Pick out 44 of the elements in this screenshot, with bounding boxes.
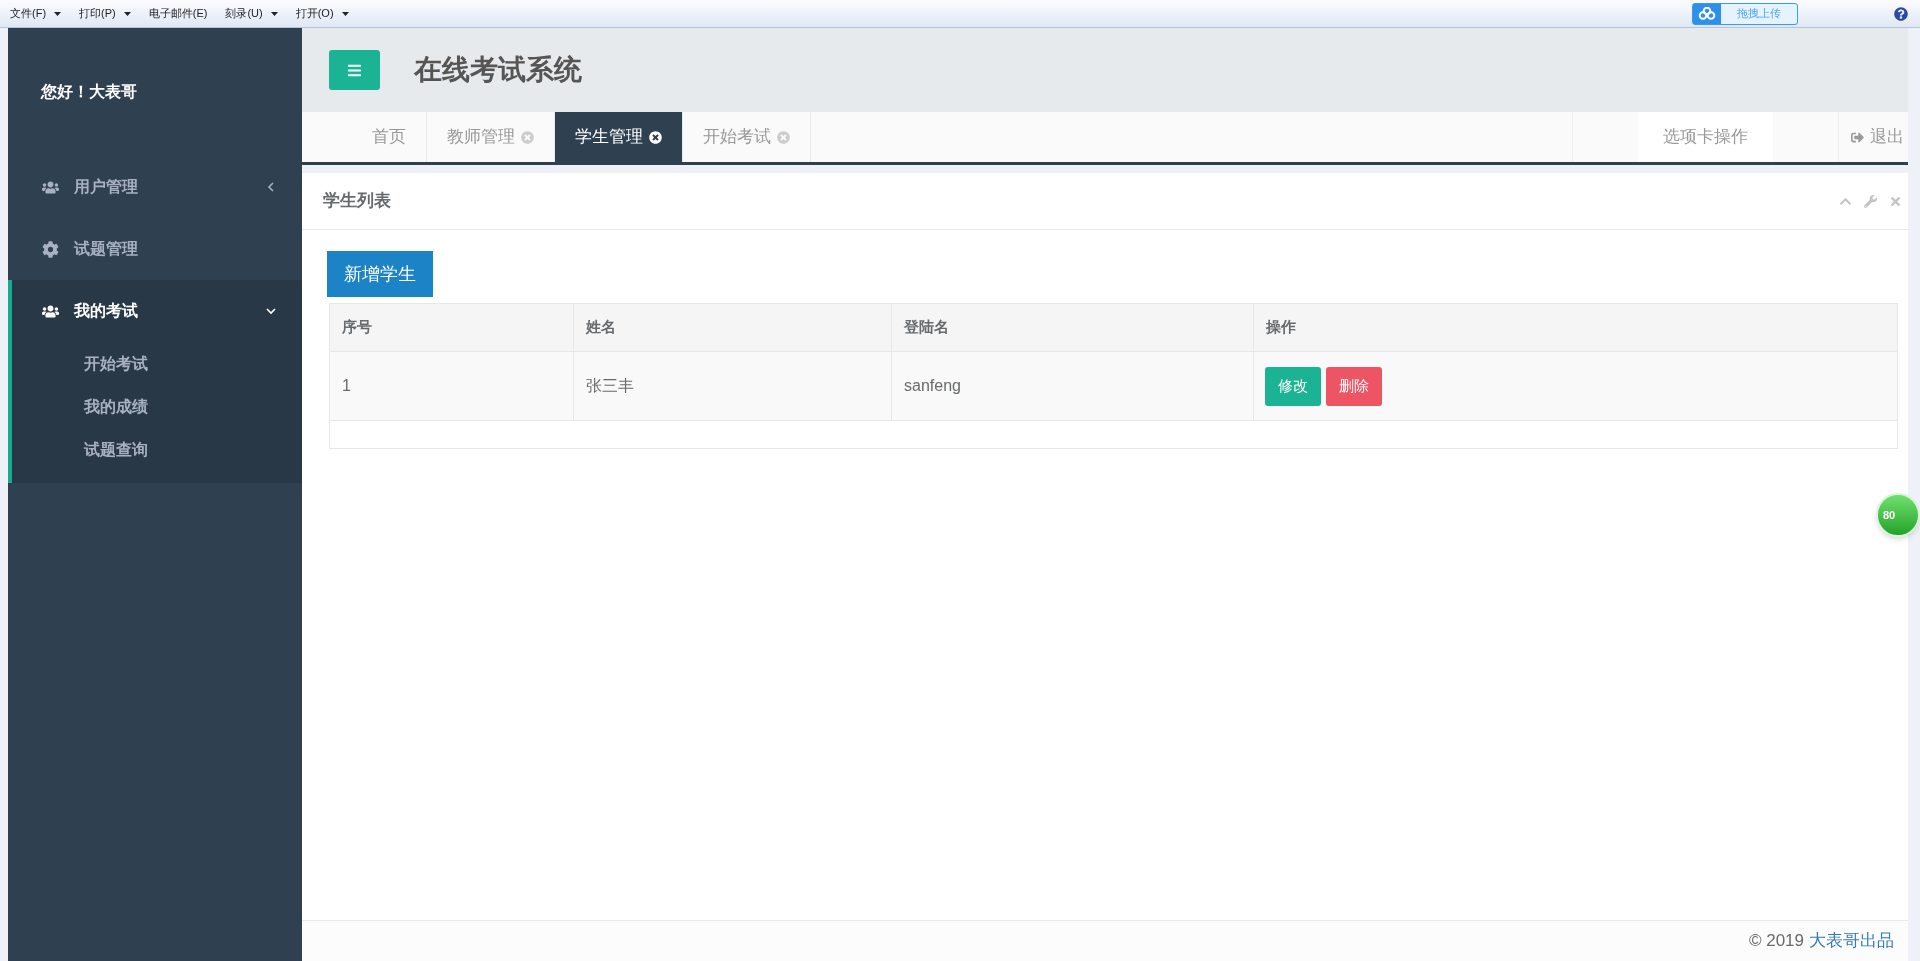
greeting-text: 您好！大表哥 [39, 82, 138, 102]
menu-item[interactable]: 打印(P) [79, 5, 131, 22]
sidebar-subitem[interactable]: 试题查询 [12, 428, 148, 471]
tab[interactable]: 学生管理 [555, 112, 683, 162]
menu-button[interactable] [329, 50, 380, 90]
logout-button[interactable]: 退出 [1838, 112, 1908, 162]
column-header: 姓名 [574, 304, 892, 351]
add-student-button[interactable]: 新增学生 [327, 251, 433, 297]
dropdown-caret-icon [341, 11, 349, 16]
author-link[interactable]: 大表哥出品 [1809, 928, 1894, 954]
copyright-text: © 2019 [1748, 930, 1804, 953]
column-header: 登陆名 [892, 304, 1254, 351]
edit-button[interactable]: 修改 [1265, 366, 1321, 406]
tab[interactable]: 开始考试 [683, 112, 811, 162]
menu-icon [347, 62, 362, 78]
sidebar-subitem[interactable]: 开始考试 [12, 342, 148, 385]
close-icon[interactable] [1889, 194, 1902, 208]
close-tab-icon[interactable] [649, 130, 662, 144]
table-cell: sanfeng [892, 352, 1254, 420]
menu-item[interactable]: 文件(F) [10, 5, 62, 22]
column-header: 序号 [330, 304, 574, 351]
help-icon[interactable] [1894, 6, 1908, 21]
sidebar-item[interactable]: 用户管理 [12, 156, 302, 218]
table-cell: 1 [330, 352, 574, 420]
panel-title: 学生列表 [323, 190, 392, 213]
sidebar-item[interactable]: 试题管理 [12, 218, 302, 280]
delete-button[interactable]: 删除 [1326, 366, 1382, 406]
tab[interactable]: 首页 [352, 112, 427, 162]
dropdown-caret-icon [54, 11, 62, 16]
dropdown-caret-icon [123, 11, 131, 16]
wrench-icon[interactable] [1864, 194, 1877, 208]
sidebar-subitem[interactable]: 我的成绩 [12, 385, 148, 428]
cloud-icon [1698, 7, 1716, 20]
tab-options-button[interactable]: 选项卡操作 [1638, 112, 1773, 162]
sidebar-item[interactable]: 我的考试 [12, 280, 302, 342]
menu-item[interactable]: 打开(O) [295, 5, 349, 22]
logout-icon [1851, 130, 1864, 144]
menu-item[interactable]: 刻录(U) [225, 5, 278, 22]
dropdown-caret-icon [270, 11, 278, 16]
app-title: 在线考试系统 [414, 53, 582, 87]
settings-icon [42, 240, 59, 258]
menu-item[interactable]: 电子邮件(E) [148, 5, 208, 22]
column-header: 操作 [1265, 317, 1297, 338]
table-cell: 张三丰 [574, 352, 892, 420]
